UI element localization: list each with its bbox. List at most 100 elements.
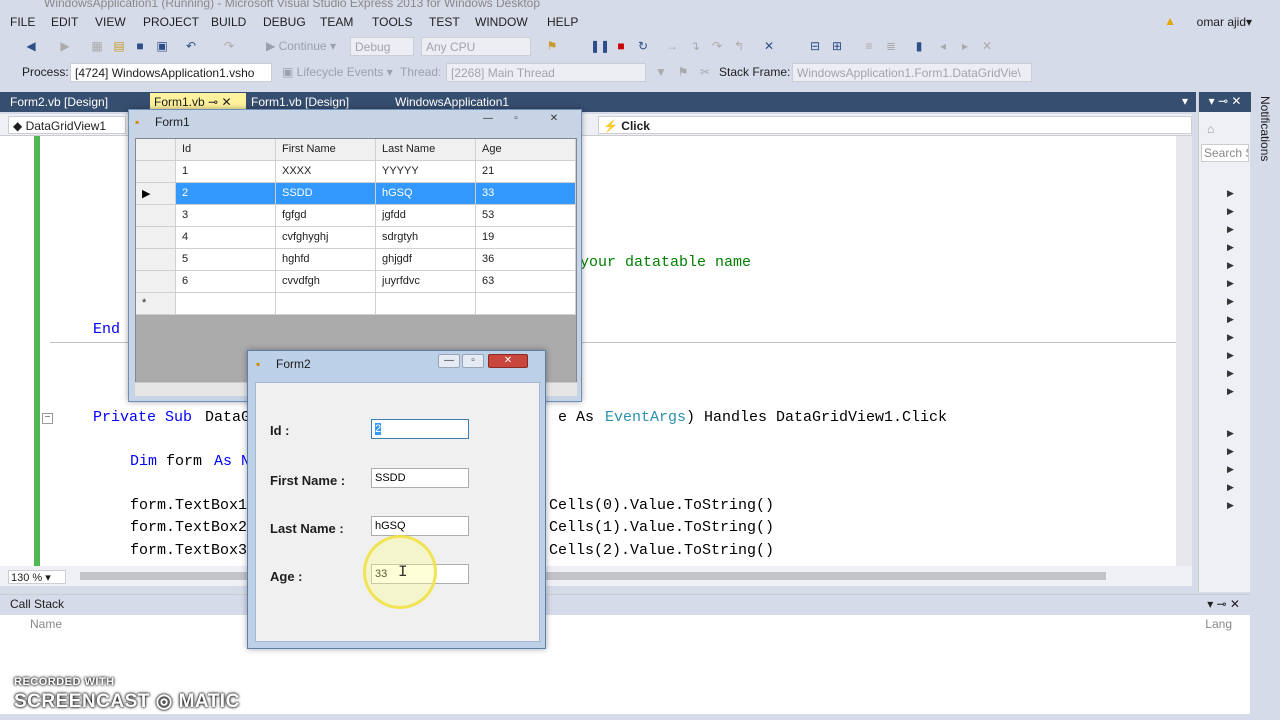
form1-title-bar[interactable]: ▪ Form1 — ▫ ✕ [129,110,581,134]
grid-cell[interactable] [476,293,576,315]
hex-display-icon[interactable]: ✕ [762,39,776,53]
lifecycle-events-button[interactable]: ▣ Lifecycle Events ▾ [282,65,393,79]
home-icon[interactable]: ⌂ [1207,122,1214,136]
menu-test[interactable]: TEST [429,15,460,29]
user-account[interactable]: omar ajid [1197,15,1246,29]
open-file-icon[interactable]: ▤ [112,39,126,53]
tree-expander-icon[interactable]: ▶ [1227,314,1234,325]
row-header[interactable] [136,271,176,293]
menu-edit[interactable]: EDIT [51,15,78,29]
platform-select[interactable]: Any CPU [421,37,531,56]
break-all-icon[interactable]: ❚❚ [590,39,610,53]
step-into-icon[interactable]: ↴ [688,39,702,53]
tree-expander-icon[interactable]: ▶ [1227,224,1234,235]
tree-expander-icon[interactable]: ▶ [1227,242,1234,253]
save-all-icon[interactable]: ▣ [155,39,169,53]
process-select[interactable]: [4724] WindowsApplication1.vsho [70,63,272,82]
grid-cell[interactable]: 3 [176,205,276,227]
grid-cell[interactable]: fgfgd [276,205,376,227]
grid-cell[interactable]: juyrfdvc [376,271,476,293]
step-over-icon[interactable]: ↷ [710,39,724,53]
grid-cell[interactable]: 19 [476,227,576,249]
split-threads-icon[interactable]: ✂ [698,65,712,79]
first-name-input[interactable]: SSDD [371,468,469,488]
panel-header-controls[interactable]: ▾ ⊸ ✕ [1199,92,1251,112]
grid-cell[interactable] [376,293,476,315]
minimize-button[interactable]: — [438,354,460,368]
column-lang[interactable]: Lang [1205,617,1232,631]
tree-expander-icon[interactable]: ▶ [1227,446,1234,457]
scroll-thumb[interactable] [80,572,1106,580]
column-header[interactable]: Last Name [376,139,476,161]
tree-expander-icon[interactable]: ▶ [1227,332,1234,343]
column-name[interactable]: Name [30,617,62,631]
tab-overflow-icon[interactable]: ▾ [1182,94,1188,108]
show-next-statement-icon[interactable]: → [665,39,679,53]
notifications-sidebar[interactable]: Notifications [1254,92,1280,592]
stack-frame-select[interactable]: WindowsApplication1.Form1.DataGridVie\ [792,63,1032,82]
row-header[interactable] [136,205,176,227]
next-bookmark-icon[interactable]: ▸ [958,39,972,53]
new-row-marker[interactable]: * [136,293,176,315]
grid-cell[interactable]: 4 [176,227,276,249]
thread-select[interactable]: [2268] Main Thread [446,63,646,82]
clear-bookmarks-icon[interactable]: ✕ [980,39,994,53]
warning-icon[interactable]: ▲ [1164,14,1176,28]
continue-button[interactable]: ▶ Continue ▾ [266,39,336,53]
menu-view[interactable]: VIEW [95,15,126,29]
class-select[interactable]: ◆ DataGridView1 [8,116,126,134]
grid-cell[interactable]: 63 [476,271,576,293]
menu-file[interactable]: FILE [10,15,35,29]
tree-expander-icon[interactable]: ▶ [1227,368,1234,379]
tree-expander-icon[interactable]: ▶ [1227,428,1234,439]
menu-project[interactable]: PROJECT [143,15,199,29]
close-tab-icon[interactable]: ✕ [221,95,231,109]
tree-expander-icon[interactable]: ▶ [1227,500,1234,511]
menu-help[interactable]: HELP [547,15,578,29]
forward-icon[interactable]: ▶ [58,39,72,53]
editor-horizontal-scrollbar[interactable]: 130 % ▾ [0,566,1192,586]
tab-form2-design[interactable]: Form2.vb [Design] [10,95,108,109]
row-header[interactable] [136,161,176,183]
threads-icon[interactable]: ⊟ [808,39,822,53]
grid-cell[interactable] [176,293,276,315]
menu-tools[interactable]: TOOLS [372,15,412,29]
row-header[interactable] [136,227,176,249]
close-button[interactable]: ✕ [488,354,528,368]
row-header-corner[interactable] [136,139,176,161]
grid-cell[interactable]: sdrgtyh [376,227,476,249]
column-header[interactable]: Age [476,139,576,161]
grid-cell[interactable]: XXXX [276,161,376,183]
maximize-button[interactable]: ▫ [462,354,484,368]
grid-cell[interactable] [276,293,376,315]
menu-debug[interactable]: DEBUG [263,15,306,29]
menu-window[interactable]: WINDOW [475,15,528,29]
grid-cell[interactable]: cvfghyghj [276,227,376,249]
menu-team[interactable]: TEAM [320,15,353,29]
stack-icon[interactable]: ⊞ [830,39,844,53]
tree-expander-icon[interactable]: ▶ [1227,206,1234,217]
uncomment-icon[interactable]: ≣ [884,39,898,53]
solution-search-input[interactable]: Search S [1201,144,1249,162]
grid-cell[interactable]: 6 [176,271,276,293]
pin-icon[interactable]: ⊸ [208,95,218,109]
maximize-button[interactable]: ▫ [505,113,527,127]
grid-cell[interactable]: 36 [476,249,576,271]
flag-icon[interactable]: ⚑ [676,65,690,79]
column-header[interactable]: First Name [276,139,376,161]
row-header[interactable] [136,249,176,271]
grid-cell[interactable]: 5 [176,249,276,271]
tree-expander-icon[interactable]: ▶ [1227,188,1234,199]
tree-expander-icon[interactable]: ▶ [1227,296,1234,307]
grid-cell[interactable]: 21 [476,161,576,183]
attach-icon[interactable]: ⚑ [545,39,559,53]
grid-cell[interactable]: cvvdfgh [276,271,376,293]
tree-expander-icon[interactable]: ▶ [1227,464,1234,475]
grid-cell[interactable]: 1 [176,161,276,183]
panel-controls[interactable]: ▾ ⊸ ✕ [1207,597,1240,611]
undo-icon[interactable]: ↶ [184,39,198,53]
tab-form1-design[interactable]: Form1.vb [Design] [251,95,349,109]
grid-cell[interactable]: ghjgdf [376,249,476,271]
tree-expander-icon[interactable]: ▶ [1227,278,1234,289]
step-out-icon[interactable]: ↰ [732,39,746,53]
